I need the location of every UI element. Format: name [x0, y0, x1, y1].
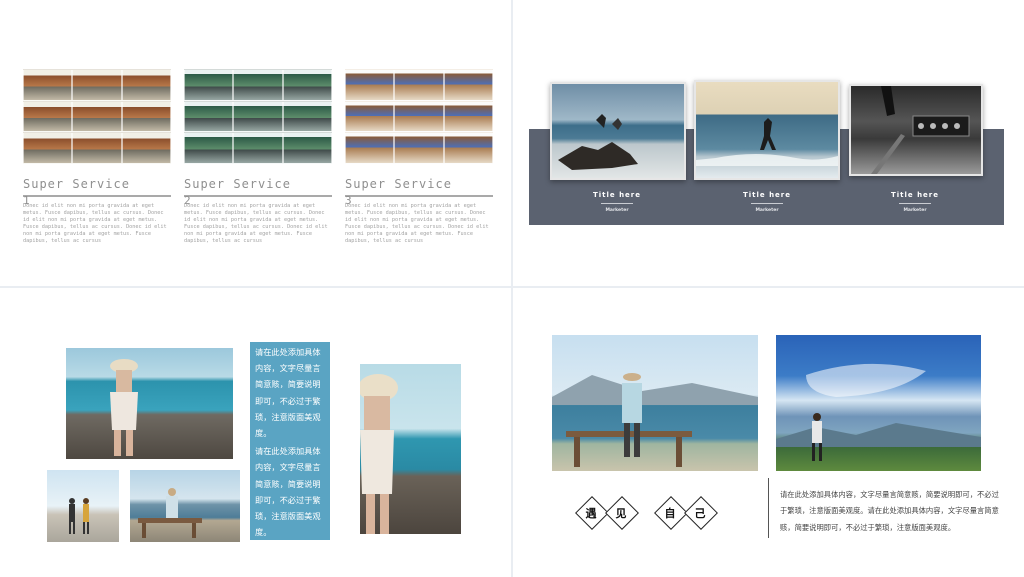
- photo-surfer: [694, 80, 840, 180]
- photo-person-bench-lake: [552, 335, 758, 471]
- photo-couple-walking: [47, 470, 119, 542]
- card-title-2: Title here: [742, 191, 792, 199]
- text-box-blue: 请在此处添加具体内容，文字尽量言简意赅，简要说明即可，不必过于繁琐，注意版面美观…: [250, 342, 330, 540]
- photo-hiker-clouds: [776, 335, 981, 471]
- card-divider-1: [601, 203, 633, 204]
- card-subtitle-2: Marketer: [755, 208, 779, 213]
- card-subtitle-1: Marketer: [605, 208, 629, 213]
- slide-meet-yourself[interactable]: 遇 见 自 己 请在此处添加具体内容，文字尽量言简意赅，简要说明即可，不必过于繁…: [513, 288, 1024, 577]
- card-title-1: Title here: [592, 191, 642, 199]
- slide-photo-collage[interactable]: 请在此处添加具体内容，文字尽量言简意赅，简要说明即可，不必过于繁琐，注意版面美观…: [0, 288, 511, 577]
- service-title-3: Super Service: [345, 177, 452, 191]
- service-image-grid-3: [345, 69, 493, 164]
- service-title-1: Super Service: [23, 177, 130, 191]
- service-image-grid-1: [23, 69, 171, 164]
- photo-woman-hat-sea: [66, 348, 233, 459]
- diamond-char-3: 自: [664, 507, 676, 520]
- service-body-3: Donec id elit non mi porta gravida at eg…: [345, 203, 489, 245]
- card-title-3: Title here: [890, 191, 940, 199]
- photo-woman-hat-closeup: [360, 364, 461, 534]
- service-divider-3: [345, 195, 493, 197]
- text-box-para-1: 请在此处添加具体内容，文字尽量言简意赅，简要说明即可，不必过于繁琐，注意版面美观…: [255, 347, 321, 439]
- card-subtitle-3: Marketer: [903, 208, 927, 213]
- vertical-divider: [768, 478, 769, 538]
- photo-beach-driftwood: [550, 82, 686, 180]
- service-body-1: Donec id elit non mi porta gravida at eg…: [23, 203, 167, 245]
- card-divider-3: [899, 203, 931, 204]
- service-body-2: Donec id elit non mi porta gravida at eg…: [184, 203, 328, 245]
- service-title-2: Super Service: [184, 177, 291, 191]
- slide-services[interactable]: Super Service 1 Donec id elit non mi por…: [0, 0, 511, 286]
- diamond-char-2: 见: [615, 507, 627, 520]
- text-box-para-2: 请在此处添加具体内容，文字尽量言简意赅，简要说明即可，不必过于繁琐，注意版面美观…: [255, 446, 321, 538]
- service-divider-1: [23, 195, 171, 197]
- card-divider-2: [751, 203, 783, 204]
- body-paragraph: 请在此处添加具体内容，文字尽量言简意赅，简要说明即可，不必过于繁琐，注意版面美观…: [780, 490, 999, 532]
- photo-music-equipment: [849, 84, 983, 176]
- service-image-grid-2: [184, 69, 332, 164]
- diamond-char-4: 己: [694, 507, 706, 520]
- diamond-char-1: 遇: [585, 507, 597, 520]
- service-divider-2: [184, 195, 332, 197]
- photo-person-on-bench: [130, 470, 240, 542]
- slide-team-cards[interactable]: Title here Marketer Title here Marketer …: [513, 0, 1024, 286]
